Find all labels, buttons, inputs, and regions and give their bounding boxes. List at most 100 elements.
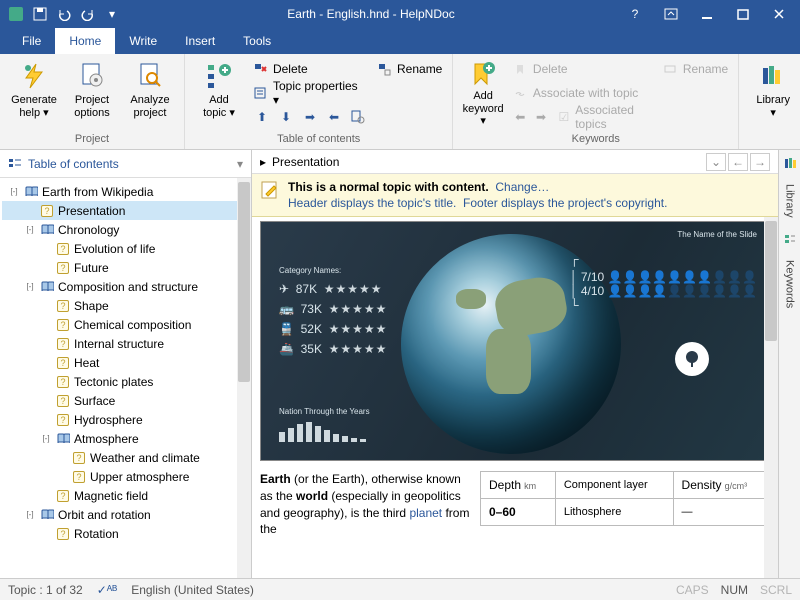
nav-forward-button[interactable]: → <box>750 153 770 171</box>
toc-tree[interactable]: [-]Earth from Wikipedia?Presentation[-]C… <box>0 178 251 578</box>
editor-scroll-thumb[interactable] <box>765 221 777 341</box>
tree-node[interactable]: ?Rotation <box>2 524 249 543</box>
tree-node[interactable]: ?Magnetic field <box>2 486 249 505</box>
scrollbar[interactable] <box>237 178 251 578</box>
tree-icon <box>675 342 709 376</box>
associated-topics-button[interactable]: ☑Associated topics <box>554 108 652 126</box>
pencil-page-icon <box>260 180 280 200</box>
tree-label: Earth from Wikipedia <box>42 185 153 199</box>
spellcheck-icon[interactable]: ✓ᴬᴮ <box>97 583 117 597</box>
topic-icon: ? <box>56 356 70 370</box>
tree-label: Heat <box>74 356 99 370</box>
num-indicator: NUM <box>721 583 748 597</box>
find-topic-button[interactable] <box>349 108 367 126</box>
minimize-button[interactable] <box>690 1 724 27</box>
info-text-1: This is a normal topic with content. <box>288 180 489 194</box>
topic-properties-button[interactable]: Topic properties ▾ <box>249 82 371 104</box>
tree-node[interactable]: ? Heat <box>2 353 249 372</box>
keywords-tab[interactable]: Keywords <box>784 260 796 308</box>
tree-label: Magnetic field <box>74 489 148 503</box>
associate-button[interactable]: Associate with topic <box>509 82 657 104</box>
delete-topic-button[interactable]: Delete <box>249 58 371 80</box>
header-link[interactable]: Header displays the topic's title. <box>288 196 456 210</box>
save-icon[interactable] <box>32 6 48 22</box>
tab-write[interactable]: Write <box>115 28 171 54</box>
tree-label: Chronology <box>58 223 119 237</box>
tree-node[interactable]: ?Weather and climate <box>2 448 249 467</box>
move-left-button[interactable]: ⬅ <box>325 108 343 126</box>
library-tab-icon <box>783 156 797 170</box>
document-gear-icon <box>76 60 108 92</box>
tree-node[interactable]: [-]Chronology <box>2 220 249 239</box>
library-tab[interactable]: Library <box>784 184 796 218</box>
close-button[interactable] <box>762 1 796 27</box>
status-bar: Topic : 1 of 32 ✓ᴬᴮ English (United Stat… <box>0 578 800 600</box>
tree-node[interactable]: ?Tectonic plates <box>2 372 249 391</box>
tree-node[interactable]: ?Future <box>2 258 249 277</box>
add-keyword-button[interactable]: Addkeyword ▾ <box>459 56 507 128</box>
ribbon-toggle-button[interactable] <box>654 1 688 27</box>
tree-label: Evolution of life <box>74 242 155 256</box>
move-down-button[interactable]: ⬇ <box>277 108 295 126</box>
move-right-button[interactable]: ➡ <box>301 108 319 126</box>
topic-icon: ? <box>56 299 70 313</box>
nav-back-button[interactable]: ← <box>728 153 748 171</box>
tree-node[interactable]: ?Upper atmosphere <box>2 467 249 486</box>
info-bar: This is a normal topic with content. Cha… <box>252 174 778 217</box>
body-paragraph: Earth (or the Earth), otherwise known as… <box>260 471 470 538</box>
keyword-add-icon <box>467 60 499 88</box>
data-table: Depth kmComponent layerDensity g/cm³ 0–6… <box>480 471 770 526</box>
tab-insert[interactable]: Insert <box>171 28 229 54</box>
language-status[interactable]: English (United States) <box>131 583 254 597</box>
help-button[interactable]: ? <box>618 1 652 27</box>
tree-node[interactable]: [-]Atmosphere <box>2 429 249 448</box>
nav-expand-button[interactable]: ⌄ <box>706 153 726 171</box>
tree-label: Future <box>74 261 109 275</box>
tree-node[interactable]: ?Hydrosphere <box>2 410 249 429</box>
scroll-thumb[interactable] <box>238 182 250 382</box>
undo-icon[interactable] <box>56 6 72 22</box>
tree-node[interactable]: [-]Earth from Wikipedia <box>2 182 249 201</box>
tree-node[interactable]: ?Evolution of life <box>2 239 249 258</box>
kw-next-button[interactable]: ➡ <box>534 108 549 126</box>
delete-keyword-button[interactable]: Delete <box>509 58 657 80</box>
panel-menu-icon[interactable]: ▾ <box>237 157 243 171</box>
editor-scrollbar[interactable] <box>764 217 778 578</box>
kw-prev-button[interactable]: ⬅ <box>513 108 528 126</box>
tab-tools[interactable]: Tools <box>229 28 285 54</box>
tree-node[interactable]: ?Presentation <box>2 201 249 220</box>
main-area: Table of contents ▾ [-]Earth from Wikipe… <box>0 150 800 578</box>
qat-dropdown-icon[interactable]: ▾ <box>104 6 120 22</box>
tree-node[interactable]: ?Surface <box>2 391 249 410</box>
topic-count: Topic : 1 of 32 <box>8 583 83 597</box>
redo-icon[interactable] <box>80 6 96 22</box>
analyze-project-button[interactable]: Analyzeproject <box>122 56 178 128</box>
rename-keyword-button[interactable]: Rename <box>659 58 732 80</box>
topic-icon: ? <box>56 318 70 332</box>
book-icon <box>24 185 38 199</box>
change-link[interactable]: Change… <box>495 180 549 194</box>
maximize-button[interactable] <box>726 1 760 27</box>
tree-label: Presentation <box>58 204 125 218</box>
caps-indicator: CAPS <box>676 583 709 597</box>
footer-link[interactable]: Footer displays the project's copyright. <box>463 196 667 210</box>
list-icon <box>253 86 267 100</box>
crumb-arrow-icon[interactable]: ▸ <box>260 155 266 169</box>
planet-link[interactable]: planet <box>409 506 442 520</box>
editor-body[interactable]: The Name of the Slide Category Names: ✈ … <box>252 217 778 578</box>
tree-node[interactable]: [-]Composition and structure <box>2 277 249 296</box>
tree-node[interactable]: ?Shape <box>2 296 249 315</box>
tree-node[interactable]: ?Internal structure <box>2 334 249 353</box>
generate-help-button[interactable]: Generatehelp ▾ <box>6 56 62 128</box>
project-options-button[interactable]: Projectoptions <box>64 56 120 128</box>
add-topic-button[interactable]: Addtopic ▾ <box>191 56 247 128</box>
move-up-button[interactable]: ⬆ <box>253 108 271 126</box>
tab-home[interactable]: Home <box>55 28 115 54</box>
library-button[interactable]: Library▾ <box>745 56 800 128</box>
ribbon: Generatehelp ▾ Projectoptions Analyzepro… <box>0 54 800 150</box>
tab-file[interactable]: File <box>8 28 55 54</box>
rename-topic-button[interactable]: Rename <box>373 58 446 80</box>
tree-node[interactable]: ?Chemical composition <box>2 315 249 334</box>
tree-node[interactable]: [-]Orbit and rotation <box>2 505 249 524</box>
toc-icon <box>8 157 22 171</box>
